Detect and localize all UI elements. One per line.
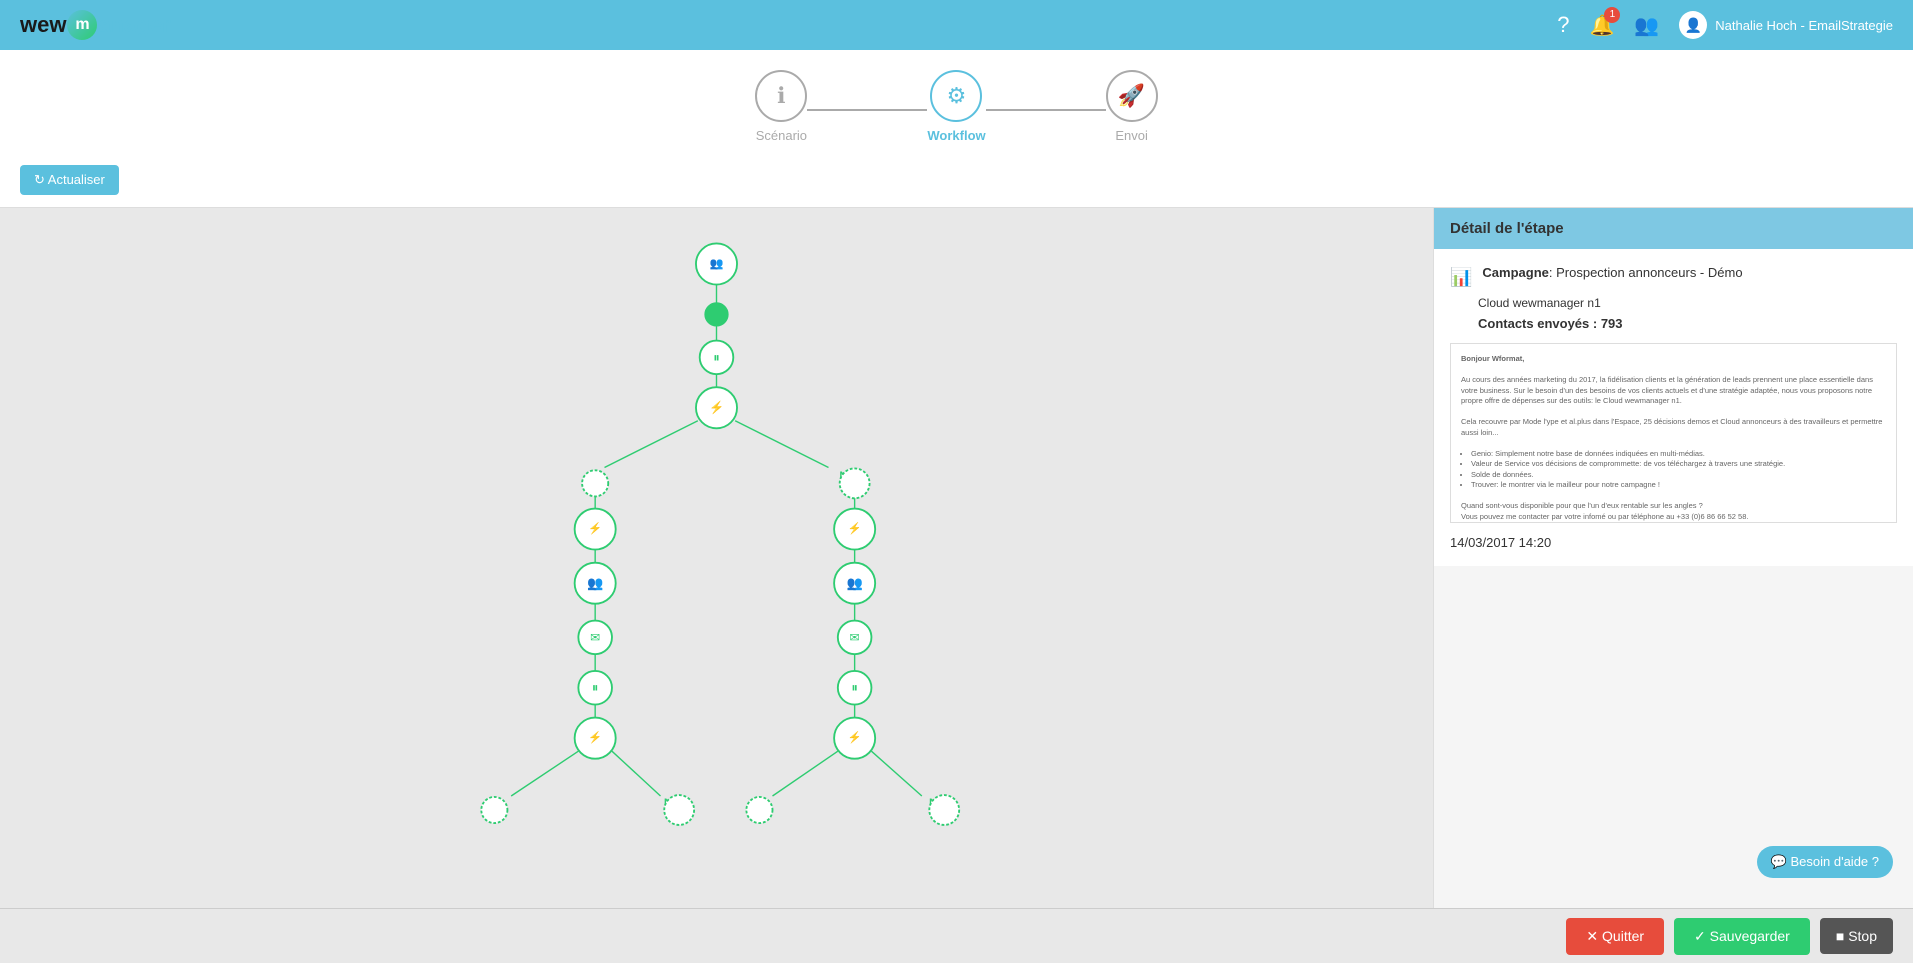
campaign-subtitle: Cloud wewmanager n1	[1478, 296, 1897, 310]
detail-panel: Détail de l'étape 📊 Campagne: Prospectio…	[1433, 208, 1913, 908]
svg-text:👥: 👥	[587, 576, 603, 591]
step-indicator: ℹ Scénario ⚙ Workflow 🚀 Envoi	[0, 50, 1913, 153]
svg-text:⏸: ⏸	[851, 680, 858, 695]
campaign-title: Campagne: Prospection annonceurs - Démo	[1482, 265, 1742, 280]
step-envoi-icon: 🚀	[1106, 70, 1158, 122]
campaign-info-row: 📊 Campagne: Prospection annonceurs - Dém…	[1450, 265, 1897, 288]
logo-wew-text: wew	[20, 12, 66, 38]
svg-text:✉: ✉	[850, 630, 860, 644]
step-scenario[interactable]: ℹ Scénario	[755, 70, 807, 143]
step-scenario-label: Scénario	[756, 128, 807, 143]
help-bubble[interactable]: 💬 Besoin d'aide ?	[1757, 846, 1893, 878]
help-icon[interactable]: ?	[1557, 12, 1569, 38]
svg-text:✉: ✉	[590, 630, 600, 644]
svg-text:👥: 👥	[847, 576, 863, 591]
svg-text:⏸: ⏸	[713, 350, 720, 365]
refresh-button[interactable]: ↻ Actualiser	[20, 165, 119, 195]
users-icon[interactable]: 👥	[1634, 13, 1659, 38]
user-avatar: 👤	[1679, 11, 1707, 39]
workflow-canvas[interactable]: 👥 ⏸ ⚡ O NO ⚡	[0, 208, 1433, 908]
logo-manager-text: anager	[98, 12, 170, 38]
detail-panel-header: Détail de l'étape	[1434, 208, 1913, 249]
toolbar: ↻ Actualiser	[0, 153, 1913, 208]
main-content: 👥 ⏸ ⚡ O NO ⚡	[0, 208, 1913, 908]
svg-text:⚡: ⚡	[848, 730, 862, 744]
email-preview: Bonjour Wformat, Au cours des années mar…	[1450, 343, 1897, 523]
notifications-icon[interactable]: 🔔 1	[1589, 13, 1614, 38]
detail-panel-body: 📊 Campagne: Prospection annonceurs - Dém…	[1434, 249, 1913, 566]
step-connector-1	[807, 109, 927, 111]
step-connector-2	[986, 109, 1106, 111]
header: wew m anager ? 🔔 1 👥 👤 Nathalie Hoch - E…	[0, 0, 1913, 50]
step-envoi-label: Envoi	[1115, 128, 1148, 143]
step-envoi[interactable]: 🚀 Envoi	[1106, 70, 1158, 143]
quit-button[interactable]: ✕ Quitter	[1566, 918, 1664, 955]
svg-text:⚡: ⚡	[588, 521, 602, 535]
email-preview-text: Bonjour Wformat, Au cours des années mar…	[1461, 354, 1886, 523]
svg-text:⚡: ⚡	[709, 401, 724, 416]
user-menu[interactable]: 👤 Nathalie Hoch - EmailStrategie	[1679, 11, 1893, 39]
step-scenario-icon: ℹ	[755, 70, 807, 122]
campaign-chart-icon: 📊	[1450, 267, 1472, 288]
footer-bar: ✕ Quitter ✓ Sauvegarder ■ Stop	[0, 908, 1913, 963]
workflow-svg: 👥 ⏸ ⚡ O NO ⚡	[0, 208, 1433, 908]
contacts-sent: Contacts envoyés : 793	[1478, 316, 1897, 331]
user-name: Nathalie Hoch - EmailStrategie	[1715, 18, 1893, 33]
stop-button[interactable]: ■ Stop	[1820, 918, 1893, 954]
detail-date: 14/03/2017 14:20	[1450, 535, 1897, 550]
notification-badge: 1	[1604, 7, 1620, 23]
svg-text:⏸: ⏸	[592, 680, 599, 695]
save-button[interactable]: ✓ Sauvegarder	[1674, 918, 1810, 955]
svg-text:⚡: ⚡	[848, 521, 862, 535]
logo: wew m anager	[20, 10, 171, 40]
step-workflow-label: Workflow	[927, 128, 985, 143]
header-actions: ? 🔔 1 👥 👤 Nathalie Hoch - EmailStrategie	[1557, 11, 1893, 39]
svg-text:⚡: ⚡	[588, 730, 602, 744]
step-workflow-icon: ⚙	[930, 70, 982, 122]
logo-m-icon: m	[67, 10, 97, 40]
svg-text:👥: 👥	[710, 258, 724, 270]
step-workflow[interactable]: ⚙ Workflow	[927, 70, 985, 143]
